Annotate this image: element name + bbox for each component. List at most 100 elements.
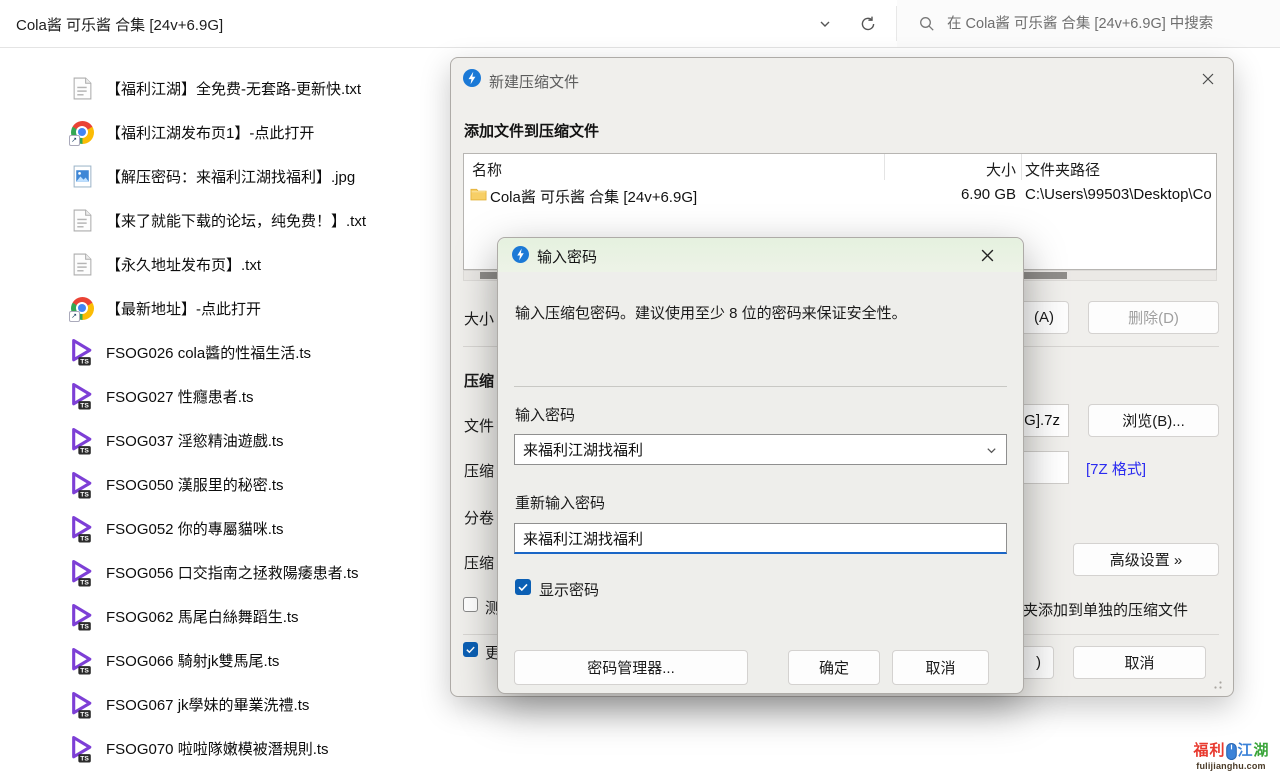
size-label: 大小: [464, 308, 494, 329]
svg-text:TS: TS: [80, 668, 89, 675]
video-ts-icon: TS: [68, 559, 96, 587]
row-path: C:\Users\99503\Desktop\Co: [1025, 186, 1215, 203]
chevron-down-icon[interactable]: [816, 15, 834, 33]
show-password-label: 显示密码: [539, 579, 599, 600]
video-ts-icon: TS: [68, 515, 96, 543]
confirm-password-field[interactable]: [514, 523, 1007, 554]
enter-password-label: 输入密码: [515, 404, 575, 425]
list-item[interactable]: ↗ 【最新地址】-点此打开: [60, 286, 452, 330]
chevron-down-icon[interactable]: [985, 444, 998, 462]
compress-section-label: 压缩: [464, 370, 494, 391]
column-divider: [1021, 154, 1022, 180]
list-item[interactable]: 【来了就能下载的论坛，纯免费！】.txt: [60, 198, 452, 242]
filename-label: 文件: [464, 415, 494, 436]
password-manager-button[interactable]: 密码管理器...: [514, 650, 748, 685]
watermark-char: 利: [1209, 742, 1224, 760]
column-divider: [884, 154, 885, 180]
video-ts-icon: TS: [68, 603, 96, 631]
close-icon[interactable]: [976, 244, 998, 266]
more-checkbox[interactable]: [463, 642, 478, 657]
list-item[interactable]: TSFSOG070 啦啦隊嫩模被潛規則.ts: [60, 727, 452, 771]
column-header-name[interactable]: 名称: [472, 159, 502, 180]
video-ts-icon: TS: [68, 691, 96, 719]
svg-text:TS: TS: [80, 623, 89, 630]
watermark: 福 利 江 湖 fulijianghu.com: [1188, 742, 1274, 771]
svg-text:TS: TS: [80, 712, 89, 719]
format-link[interactable]: [7Z 格式]: [1086, 458, 1146, 479]
text-file-icon: [68, 206, 96, 234]
column-header-path[interactable]: 文件夹路径: [1025, 159, 1100, 180]
list-item[interactable]: 【永久地址发布页】.txt: [60, 242, 452, 286]
list-item[interactable]: 【解压密码：来福利江湖找福利】.jpg: [60, 154, 452, 198]
file-name-label: 【永久地址发布页】.txt: [106, 254, 261, 275]
confirm-password-input[interactable]: [515, 524, 1006, 552]
cancel-button[interactable]: 取消: [1073, 646, 1206, 679]
file-name-label: FSOG027 性癮患者.ts: [106, 386, 254, 407]
browse-button[interactable]: 浏览(B)...: [1088, 404, 1219, 437]
list-item[interactable]: TS FSOG050 漢服里的秘密.ts: [60, 463, 452, 507]
file-name-label: 【最新地址】-点此打开: [106, 298, 261, 319]
cancel-button[interactable]: 取消: [892, 650, 989, 685]
watermark-domain: fulijianghu.com: [1188, 761, 1274, 771]
list-item[interactable]: ↗ 【福利江湖发布页1】-点此打开: [60, 110, 452, 154]
chrome-shortcut-icon: ↗: [68, 294, 96, 322]
reenter-password-label: 重新输入密码: [515, 492, 605, 513]
screen: › Cola酱 可乐酱 合集 [24v+6.9G] 【福利江湖】全免费-无套路-…: [0, 0, 1280, 782]
svg-text:TS: TS: [80, 535, 89, 542]
dialog-title: 新建压缩文件: [489, 71, 579, 92]
list-item[interactable]: TSFSOG052 你的專屬貓咪.ts: [60, 507, 452, 551]
volume-label: 分卷: [464, 507, 494, 528]
delete-button[interactable]: 删除(D): [1088, 301, 1219, 334]
file-name-label: 【福利江湖】全免费-无套路-更新快.txt: [106, 78, 361, 99]
list-item[interactable]: TS FSOG027 性癮患者.ts: [60, 374, 452, 418]
list-item[interactable]: TS FSOG026 cola醬的性福生活.ts: [60, 330, 452, 374]
chrome-shortcut-icon: ↗: [68, 118, 96, 146]
svg-text:TS: TS: [80, 447, 89, 454]
breadcrumb[interactable]: Cola酱 可乐酱 合集 [24v+6.9G]: [16, 14, 223, 35]
svg-text:TS: TS: [80, 359, 89, 366]
list-item[interactable]: 【福利江湖】全免费-无套路-更新快.txt: [60, 66, 452, 110]
video-ts-icon: TS: [68, 471, 96, 499]
row-name: Cola酱 可乐酱 合集 [24v+6.9G]: [490, 186, 697, 207]
text-file-icon: [68, 250, 96, 278]
file-name-label: FSOG037 淫慾精油遊戲.ts: [106, 430, 284, 451]
row-size: 6.90 GB: [885, 186, 1016, 203]
file-name-label: FSOG050 漢服里的秘密.ts: [106, 474, 284, 495]
list-item[interactable]: TS FSOG037 淫慾精油遊戲.ts: [60, 419, 452, 463]
refresh-icon[interactable]: [859, 15, 877, 33]
search-input[interactable]: [945, 0, 1274, 48]
list-item[interactable]: TS FSOG067 jk學妹的畢業洗禮.ts: [60, 683, 452, 727]
resize-grip[interactable]: [1209, 676, 1223, 695]
list-item[interactable]: TS FSOG056 口交指南之拯救陽痿患者.ts: [60, 551, 452, 595]
list-item[interactable]: TSFSOG066 騎射jk雙馬尾.ts: [60, 639, 452, 683]
file-name-label: FSOG067 jk學妹的畢業洗禮.ts: [106, 694, 309, 715]
level-label: 压缩: [464, 552, 494, 573]
test-archive-checkbox[interactable]: [463, 597, 478, 612]
video-ts-icon: TS: [68, 427, 96, 455]
ok-button[interactable]: 确定: [788, 650, 880, 685]
video-ts-icon: TS: [68, 382, 96, 410]
password-input[interactable]: [515, 435, 1006, 464]
explorer-topbar: › Cola酱 可乐酱 合集 [24v+6.9G]: [0, 0, 1280, 48]
folder-icon: [470, 187, 487, 206]
search-box[interactable]: [897, 0, 1280, 47]
list-item[interactable]: TSFSOG062 馬尾白絲舞蹈生.ts: [60, 595, 452, 639]
enter-password-dialog: 输入密码 输入压缩包密码。建议使用至少 8 位的密码来保证安全性。 输入密码 重…: [497, 237, 1024, 694]
svg-text:TS: TS: [80, 403, 89, 410]
file-name-label: FSOG026 cola醬的性福生活.ts: [106, 342, 311, 363]
advanced-settings-button[interactable]: 高级设置 »: [1073, 543, 1219, 576]
file-name-label: FSOG056 口交指南之拯救陽痿患者.ts: [106, 562, 359, 583]
password-combo[interactable]: [514, 434, 1007, 465]
svg-text:TS: TS: [80, 491, 89, 498]
format-label: 压缩: [464, 460, 494, 481]
video-ts-icon: TS: [68, 647, 96, 675]
file-name-label: 【解压密码：来福利江湖找福利】.jpg: [106, 166, 355, 187]
close-icon[interactable]: [1197, 68, 1219, 90]
bandizip-icon: [512, 246, 530, 264]
show-password-checkbox[interactable]: [515, 579, 531, 595]
file-name-label: 【福利江湖发布页1】-点此打开: [106, 122, 314, 143]
column-header-size[interactable]: 大小: [885, 159, 1016, 180]
dialog-header: 添加文件到压缩文件: [464, 120, 599, 141]
text-file-icon: [68, 74, 96, 102]
instruction-divider: [514, 386, 1007, 387]
